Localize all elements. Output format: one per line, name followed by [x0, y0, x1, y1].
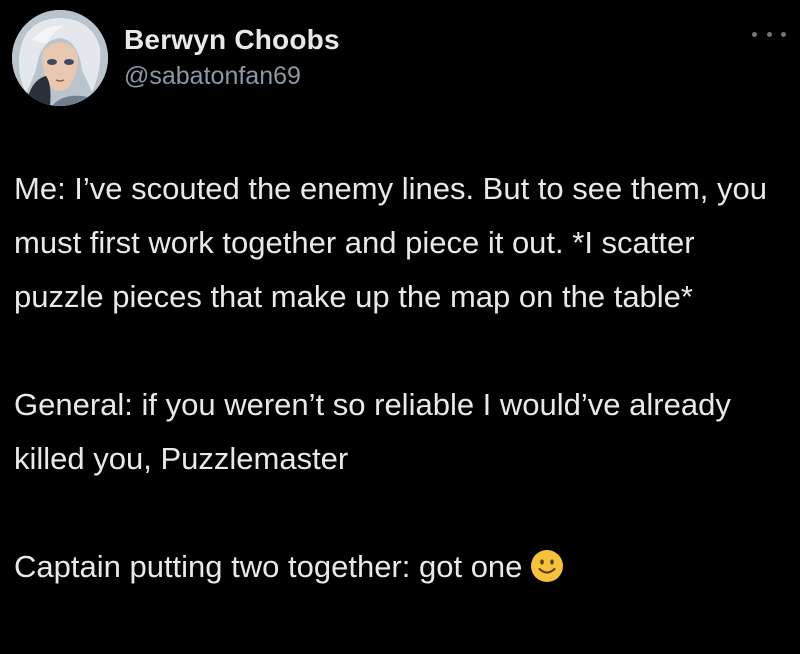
tweet-text: Me: I’ve scouted the enemy lines. But to… — [14, 162, 784, 594]
author-handle[interactable]: @sabatonfan69 — [124, 62, 301, 91]
dot — [766, 31, 772, 37]
tweet-paragraph-text: General: if you weren’t so reliable I wo… — [14, 387, 731, 476]
more-options-icon[interactable] — [752, 24, 786, 44]
slightly-smiling-face-icon — [531, 550, 564, 582]
tweet-paragraph: General: if you weren’t so reliable I wo… — [14, 378, 784, 486]
anime-character-avatar-icon — [12, 10, 108, 106]
avatar[interactable] — [12, 10, 108, 106]
author-display-name[interactable]: Berwyn Choobs — [124, 24, 340, 56]
dot — [752, 31, 757, 37]
tweet-paragraph: Captain putting two together: got one — [14, 540, 784, 594]
dot — [781, 31, 786, 37]
tweet-paragraph: Me: I’ve scouted the enemy lines. But to… — [14, 171, 768, 314]
tweet: Berwyn Choobs @sabatonfan69 Me: I’ve sco… — [0, 0, 800, 654]
tweet-paragraph-text: Captain putting two together: got one — [14, 549, 523, 584]
